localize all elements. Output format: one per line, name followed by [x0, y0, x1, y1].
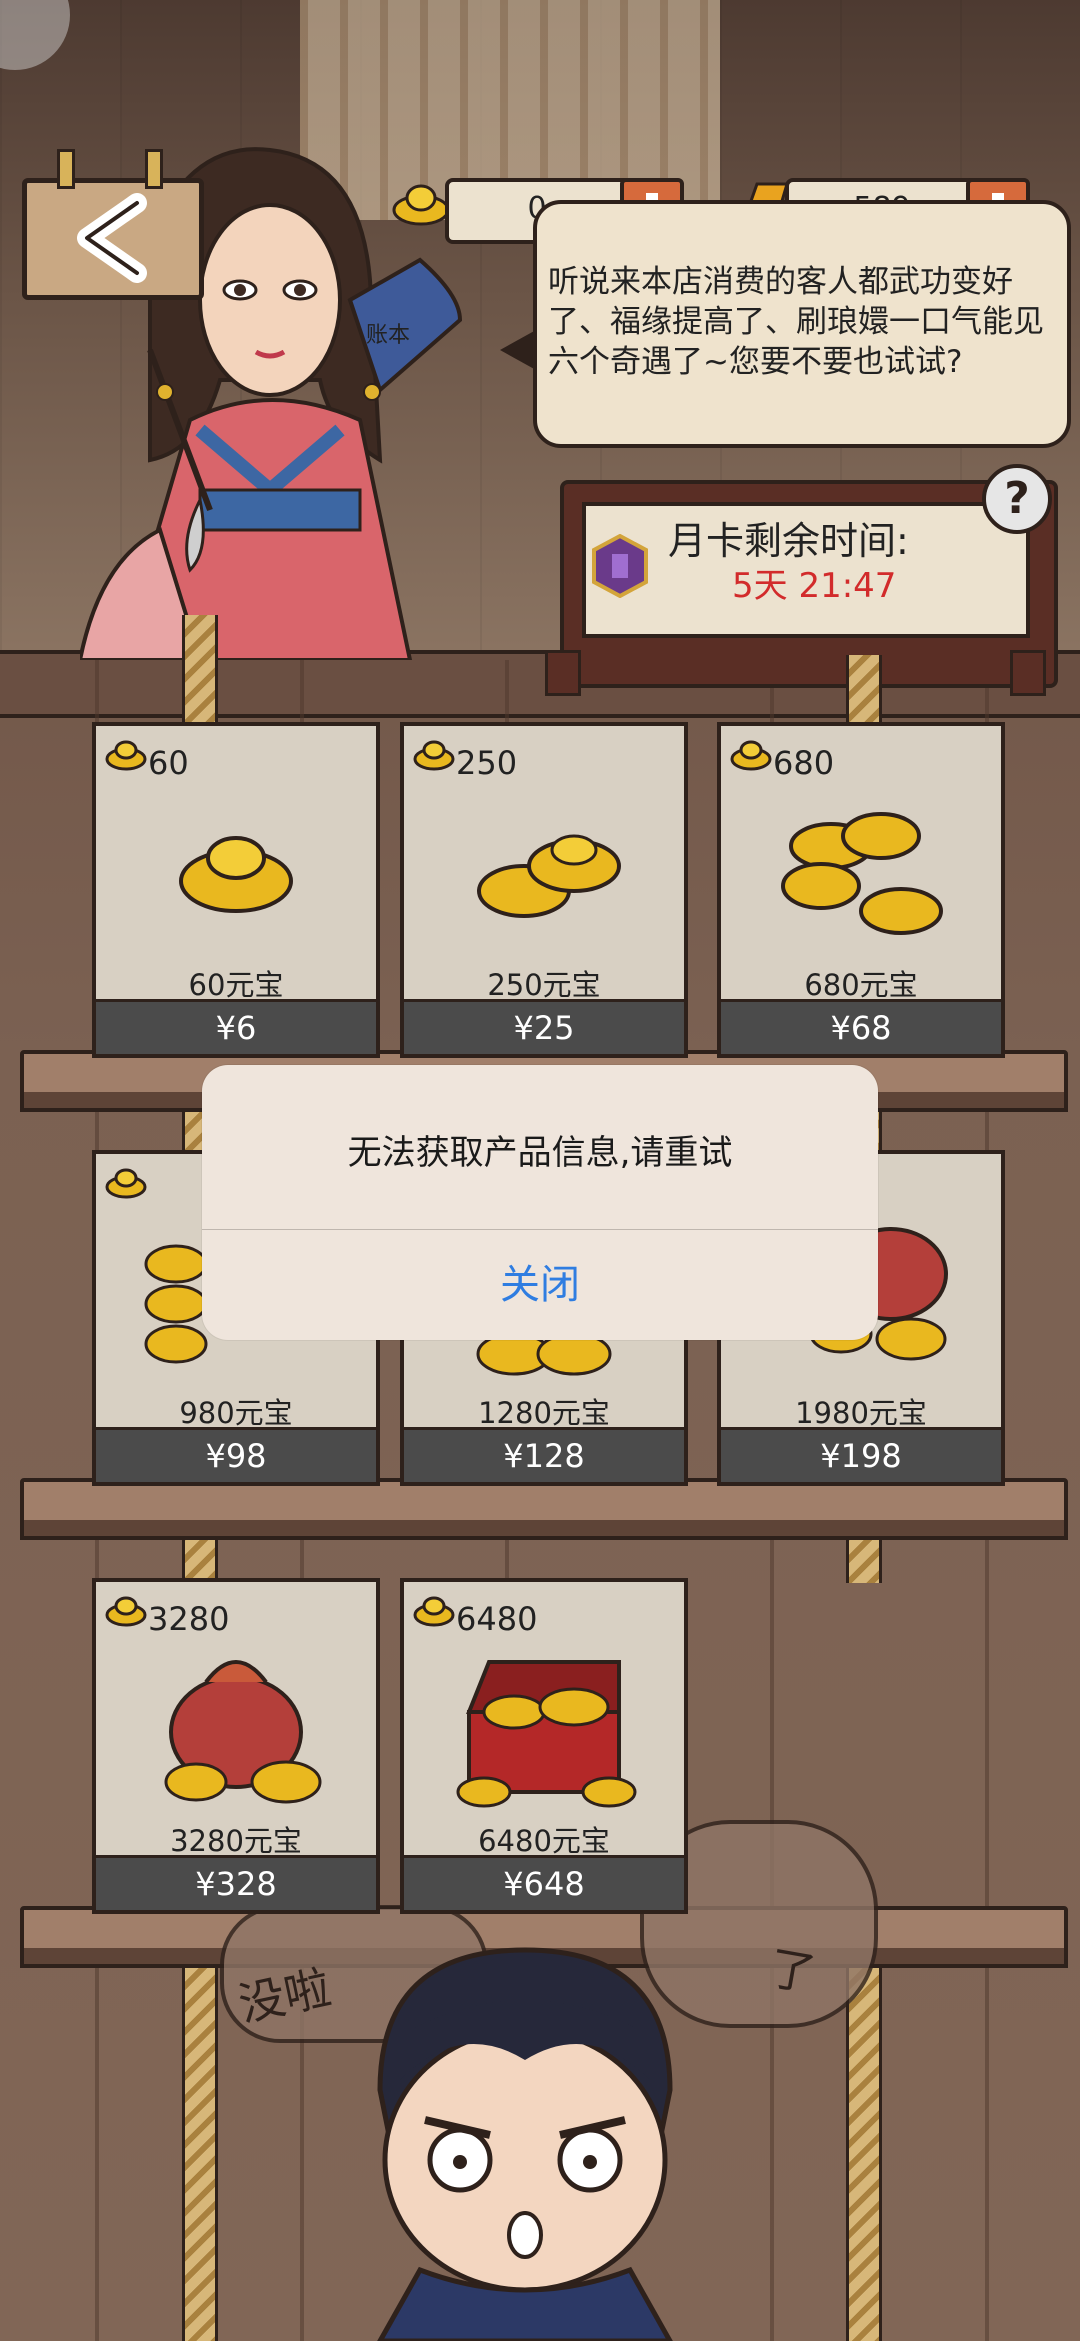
- alert-message: 无法获取产品信息,请重试: [347, 1133, 733, 1173]
- alert-dialog: 无法获取产品信息,请重试 关闭: [202, 1065, 878, 1340]
- alert-close-button[interactable]: 关闭: [202, 1230, 878, 1340]
